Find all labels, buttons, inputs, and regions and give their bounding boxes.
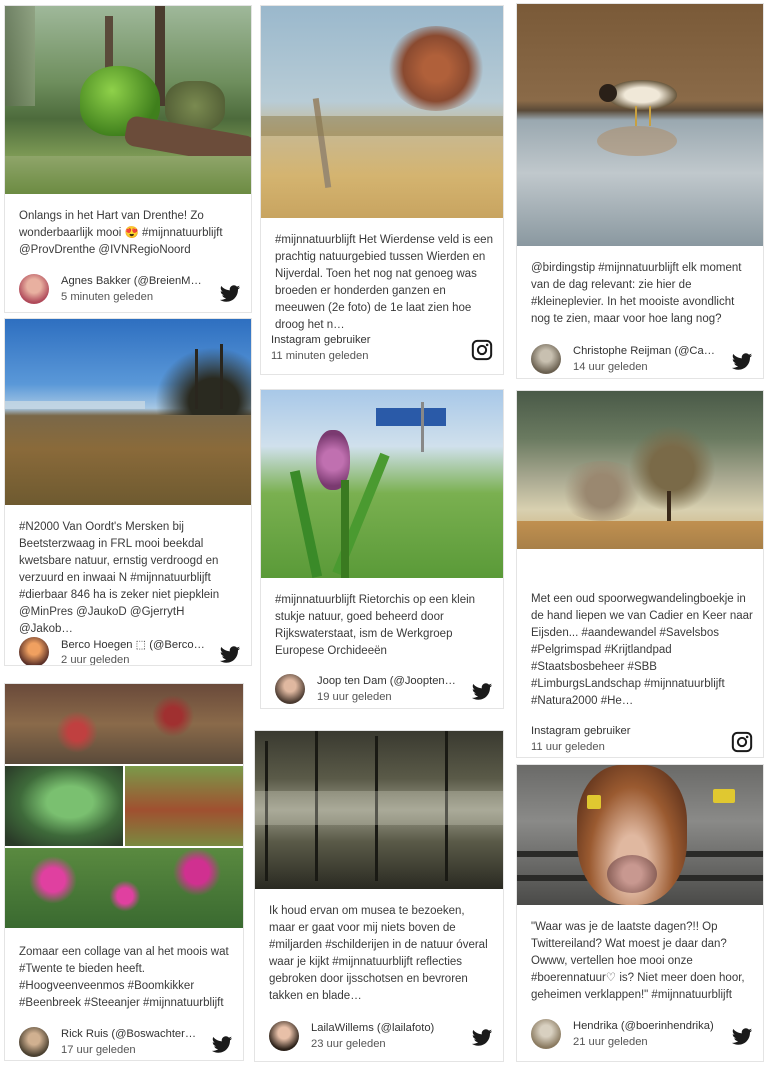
post-author[interactable]: LailaWillems (@lailafoto) 23 uur geleden bbox=[269, 1021, 495, 1055]
post-card-6[interactable]: Met een oud spoorwegwandelingboekje in d… bbox=[516, 390, 764, 758]
avatar[interactable] bbox=[19, 1027, 49, 1057]
post-timestamp: 21 uur geleden bbox=[573, 1036, 648, 1048]
post-text: "Waar was je de laatste dagen?!! Op Twit… bbox=[531, 921, 745, 1001]
author-name[interactable]: Rick Ruis (@BoswachterRick) bbox=[61, 1028, 197, 1040]
post-author[interactable]: Agnes Bakker (@BreienMetAg… 5 minuten ge… bbox=[19, 274, 243, 308]
post-author[interactable]: Christophe Reijman (@Carro… 14 uur geled… bbox=[531, 344, 755, 378]
post-photo-hillside[interactable] bbox=[517, 391, 763, 549]
avatar[interactable] bbox=[275, 674, 305, 704]
post-author[interactable]: Rick Ruis (@BoswachterRick) 17 uur geled… bbox=[19, 1027, 235, 1060]
post-timestamp: 17 uur geleden bbox=[61, 1044, 136, 1056]
post-author[interactable]: Joop ten Dam (@JooptenDam) 19 uur gelede… bbox=[275, 674, 495, 708]
avatar[interactable] bbox=[269, 1021, 299, 1051]
post-text: @birdingstip #mijnnatuurblijft elk momen… bbox=[531, 262, 742, 325]
author-name[interactable]: Instagram gebruiker bbox=[531, 725, 631, 737]
avatar[interactable] bbox=[19, 637, 49, 665]
avatar[interactable] bbox=[531, 344, 561, 374]
post-photo-cow[interactable] bbox=[517, 765, 763, 905]
post-timestamp: 5 minuten geleden bbox=[61, 291, 154, 303]
instagram-icon[interactable] bbox=[471, 339, 493, 361]
avatar[interactable] bbox=[531, 1019, 561, 1049]
post-card-8[interactable]: Ik houd ervan om musea te bezoeken, maar… bbox=[254, 730, 504, 1062]
post-photo-reflection[interactable] bbox=[255, 731, 503, 889]
post-timestamp: 19 uur geleden bbox=[317, 691, 392, 703]
twitter-icon[interactable] bbox=[731, 351, 753, 373]
post-card-4[interactable]: #N2000 Van Oordt's Mersken bij Beetsterz… bbox=[4, 318, 252, 666]
author-name[interactable]: Berco Hoegen ⬚ (@BercoHoe… bbox=[61, 638, 205, 651]
twitter-icon[interactable] bbox=[731, 1026, 753, 1048]
post-photo-forest[interactable] bbox=[5, 6, 251, 194]
twitter-icon[interactable] bbox=[219, 283, 241, 305]
post-photo-plover[interactable] bbox=[517, 4, 763, 246]
post-text: Onlangs in het Hart van Drenthe! Zo wond… bbox=[19, 210, 223, 256]
post-photo-heath[interactable] bbox=[261, 6, 503, 218]
post-photo-wetland[interactable] bbox=[5, 319, 251, 505]
post-card-2[interactable]: #mijnnatuurblijft Het Wierdense veld is … bbox=[260, 5, 504, 375]
post-text: #N2000 Van Oordt's Mersken bij Beetsterz… bbox=[19, 521, 220, 635]
post-card-3[interactable]: @birdingstip #mijnnatuurblijft elk momen… bbox=[516, 3, 764, 379]
twitter-icon[interactable] bbox=[471, 1027, 493, 1049]
twitter-icon[interactable] bbox=[219, 644, 241, 665]
twitter-icon[interactable] bbox=[211, 1034, 233, 1056]
post-timestamp: 2 uur geleden bbox=[61, 654, 130, 666]
post-card-9[interactable]: "Waar was je de laatste dagen?!! Op Twit… bbox=[516, 764, 764, 1062]
post-photo-orchid[interactable] bbox=[261, 390, 503, 578]
post-text: Ik houd ervan om musea te bezoeken, maar… bbox=[269, 905, 488, 1002]
loading-indicator bbox=[5, 665, 15, 666]
twitter-icon[interactable] bbox=[471, 681, 493, 703]
avatar[interactable] bbox=[19, 274, 49, 304]
post-text: Zomaar een collage van al het moois wat … bbox=[19, 946, 229, 1009]
post-text: Met een oud spoorwegwandelingboekje in d… bbox=[531, 593, 753, 707]
instagram-icon[interactable] bbox=[731, 731, 753, 753]
post-timestamp: 23 uur geleden bbox=[311, 1038, 386, 1050]
post-text: #mijnnatuurblijft Rietorchis op een klei… bbox=[275, 594, 476, 657]
post-card-5[interactable]: #mijnnatuurblijft Rietorchis op een klei… bbox=[260, 389, 504, 709]
post-author[interactable]: Berco Hoegen ⬚ (@BercoHoe… 2 uur geleden bbox=[19, 637, 243, 666]
author-name[interactable]: Hendrika (@boerinhendrika) bbox=[573, 1020, 717, 1032]
post-timestamp: 11 minuten geleden bbox=[271, 350, 369, 362]
post-card-1[interactable]: Onlangs in het Hart van Drenthe! Zo wond… bbox=[4, 5, 252, 313]
post-text: #mijnnatuurblijft Het Wierdense veld is … bbox=[275, 234, 493, 331]
post-author[interactable]: Hendrika (@boerinhendrika) 21 uur gelede… bbox=[531, 1019, 755, 1053]
author-name[interactable]: Joop ten Dam (@JooptenDam) bbox=[317, 675, 457, 687]
author-name[interactable]: Christophe Reijman (@Carro… bbox=[573, 345, 717, 357]
post-card-7[interactable]: Zomaar een collage van al het moois wat … bbox=[4, 683, 244, 1061]
author-name[interactable]: Instagram gebruiker bbox=[271, 334, 371, 346]
post-timestamp: 14 uur geleden bbox=[573, 361, 648, 373]
post-timestamp: 11 uur geleden bbox=[531, 741, 605, 753]
author-name[interactable]: LailaWillems (@lailafoto) bbox=[311, 1022, 457, 1034]
author-name[interactable]: Agnes Bakker (@BreienMetAg… bbox=[61, 275, 205, 287]
post-photo-collage[interactable] bbox=[5, 684, 243, 928]
